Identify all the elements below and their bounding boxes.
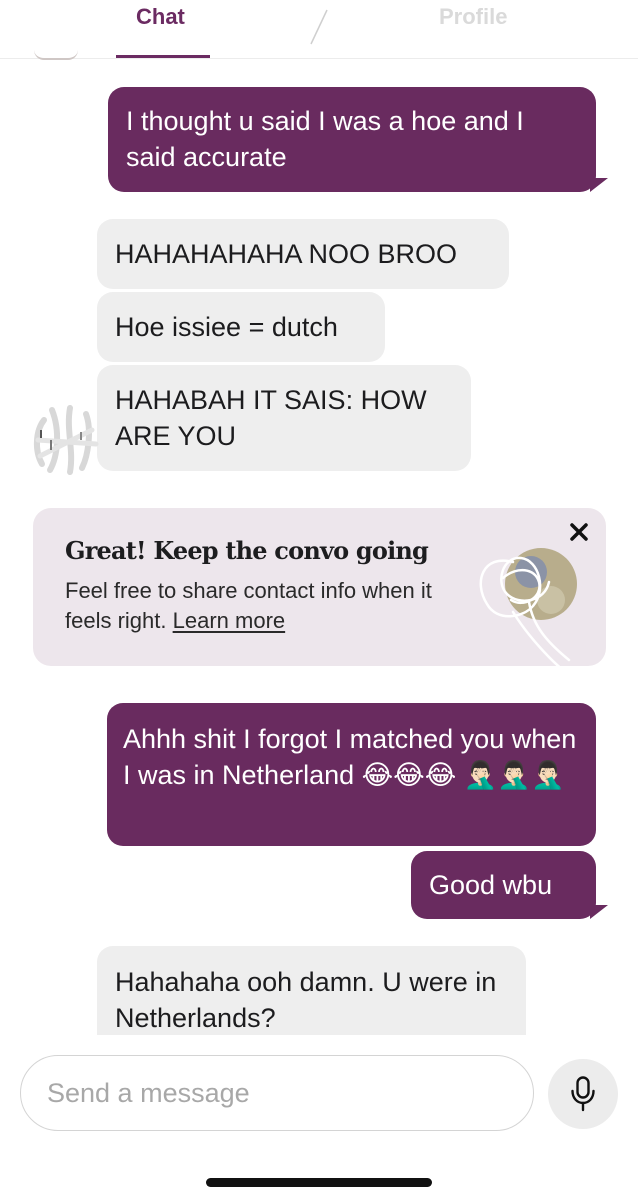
message-text: Ahhh shit I forgot I matched you when I … [123, 724, 577, 790]
message-input[interactable] [20, 1055, 534, 1131]
bubble-tail [590, 905, 608, 919]
message-received[interactable]: HAHAHAHAHA NOO BROO [97, 219, 509, 289]
avatar [34, 50, 78, 60]
avatar [34, 405, 99, 475]
tip-body: Feel free to share contact info when it … [65, 576, 445, 636]
learn-more-link[interactable]: Learn more [173, 608, 286, 633]
message-sent[interactable]: Good wbu [411, 851, 596, 919]
tab-profile[interactable]: Profile [439, 4, 507, 30]
tab-active-indicator [116, 55, 210, 58]
message-sent[interactable]: I thought u said I was a hoe and I said … [108, 87, 596, 192]
microphone-icon [571, 1076, 595, 1112]
message-received[interactable]: HAHABAH IT SAIS: HOW ARE YOU [97, 365, 471, 471]
tip-title: Great! Keep the convo going [65, 536, 429, 565]
message-text: Hahahaha ooh damn. U were in Netherlands… [115, 967, 497, 1033]
match-photo [479, 548, 577, 672]
message-text: Hoe issiee = dutch [115, 312, 338, 342]
home-indicator [206, 1178, 432, 1187]
tab-chat[interactable]: Chat [136, 4, 185, 30]
close-icon[interactable] [567, 520, 591, 544]
message-sent[interactable]: Ahhh shit I forgot I matched you when I … [107, 703, 596, 846]
bubble-tail [590, 178, 608, 192]
message-text: I thought u said I was a hoe and I said … [126, 106, 524, 172]
tab-divider [310, 9, 328, 45]
message-received[interactable]: Hoe issiee = dutch [97, 292, 385, 362]
tab-bar: Chat Profile [0, 0, 638, 60]
tip-card: Great! Keep the convo going Feel free to… [33, 508, 606, 672]
message-text: HAHAHAHAHA NOO BROO [115, 239, 458, 269]
mic-button[interactable] [548, 1059, 618, 1129]
message-text: Good wbu [429, 870, 553, 900]
message-text: HAHABAH IT SAIS: HOW ARE YOU [115, 385, 427, 451]
